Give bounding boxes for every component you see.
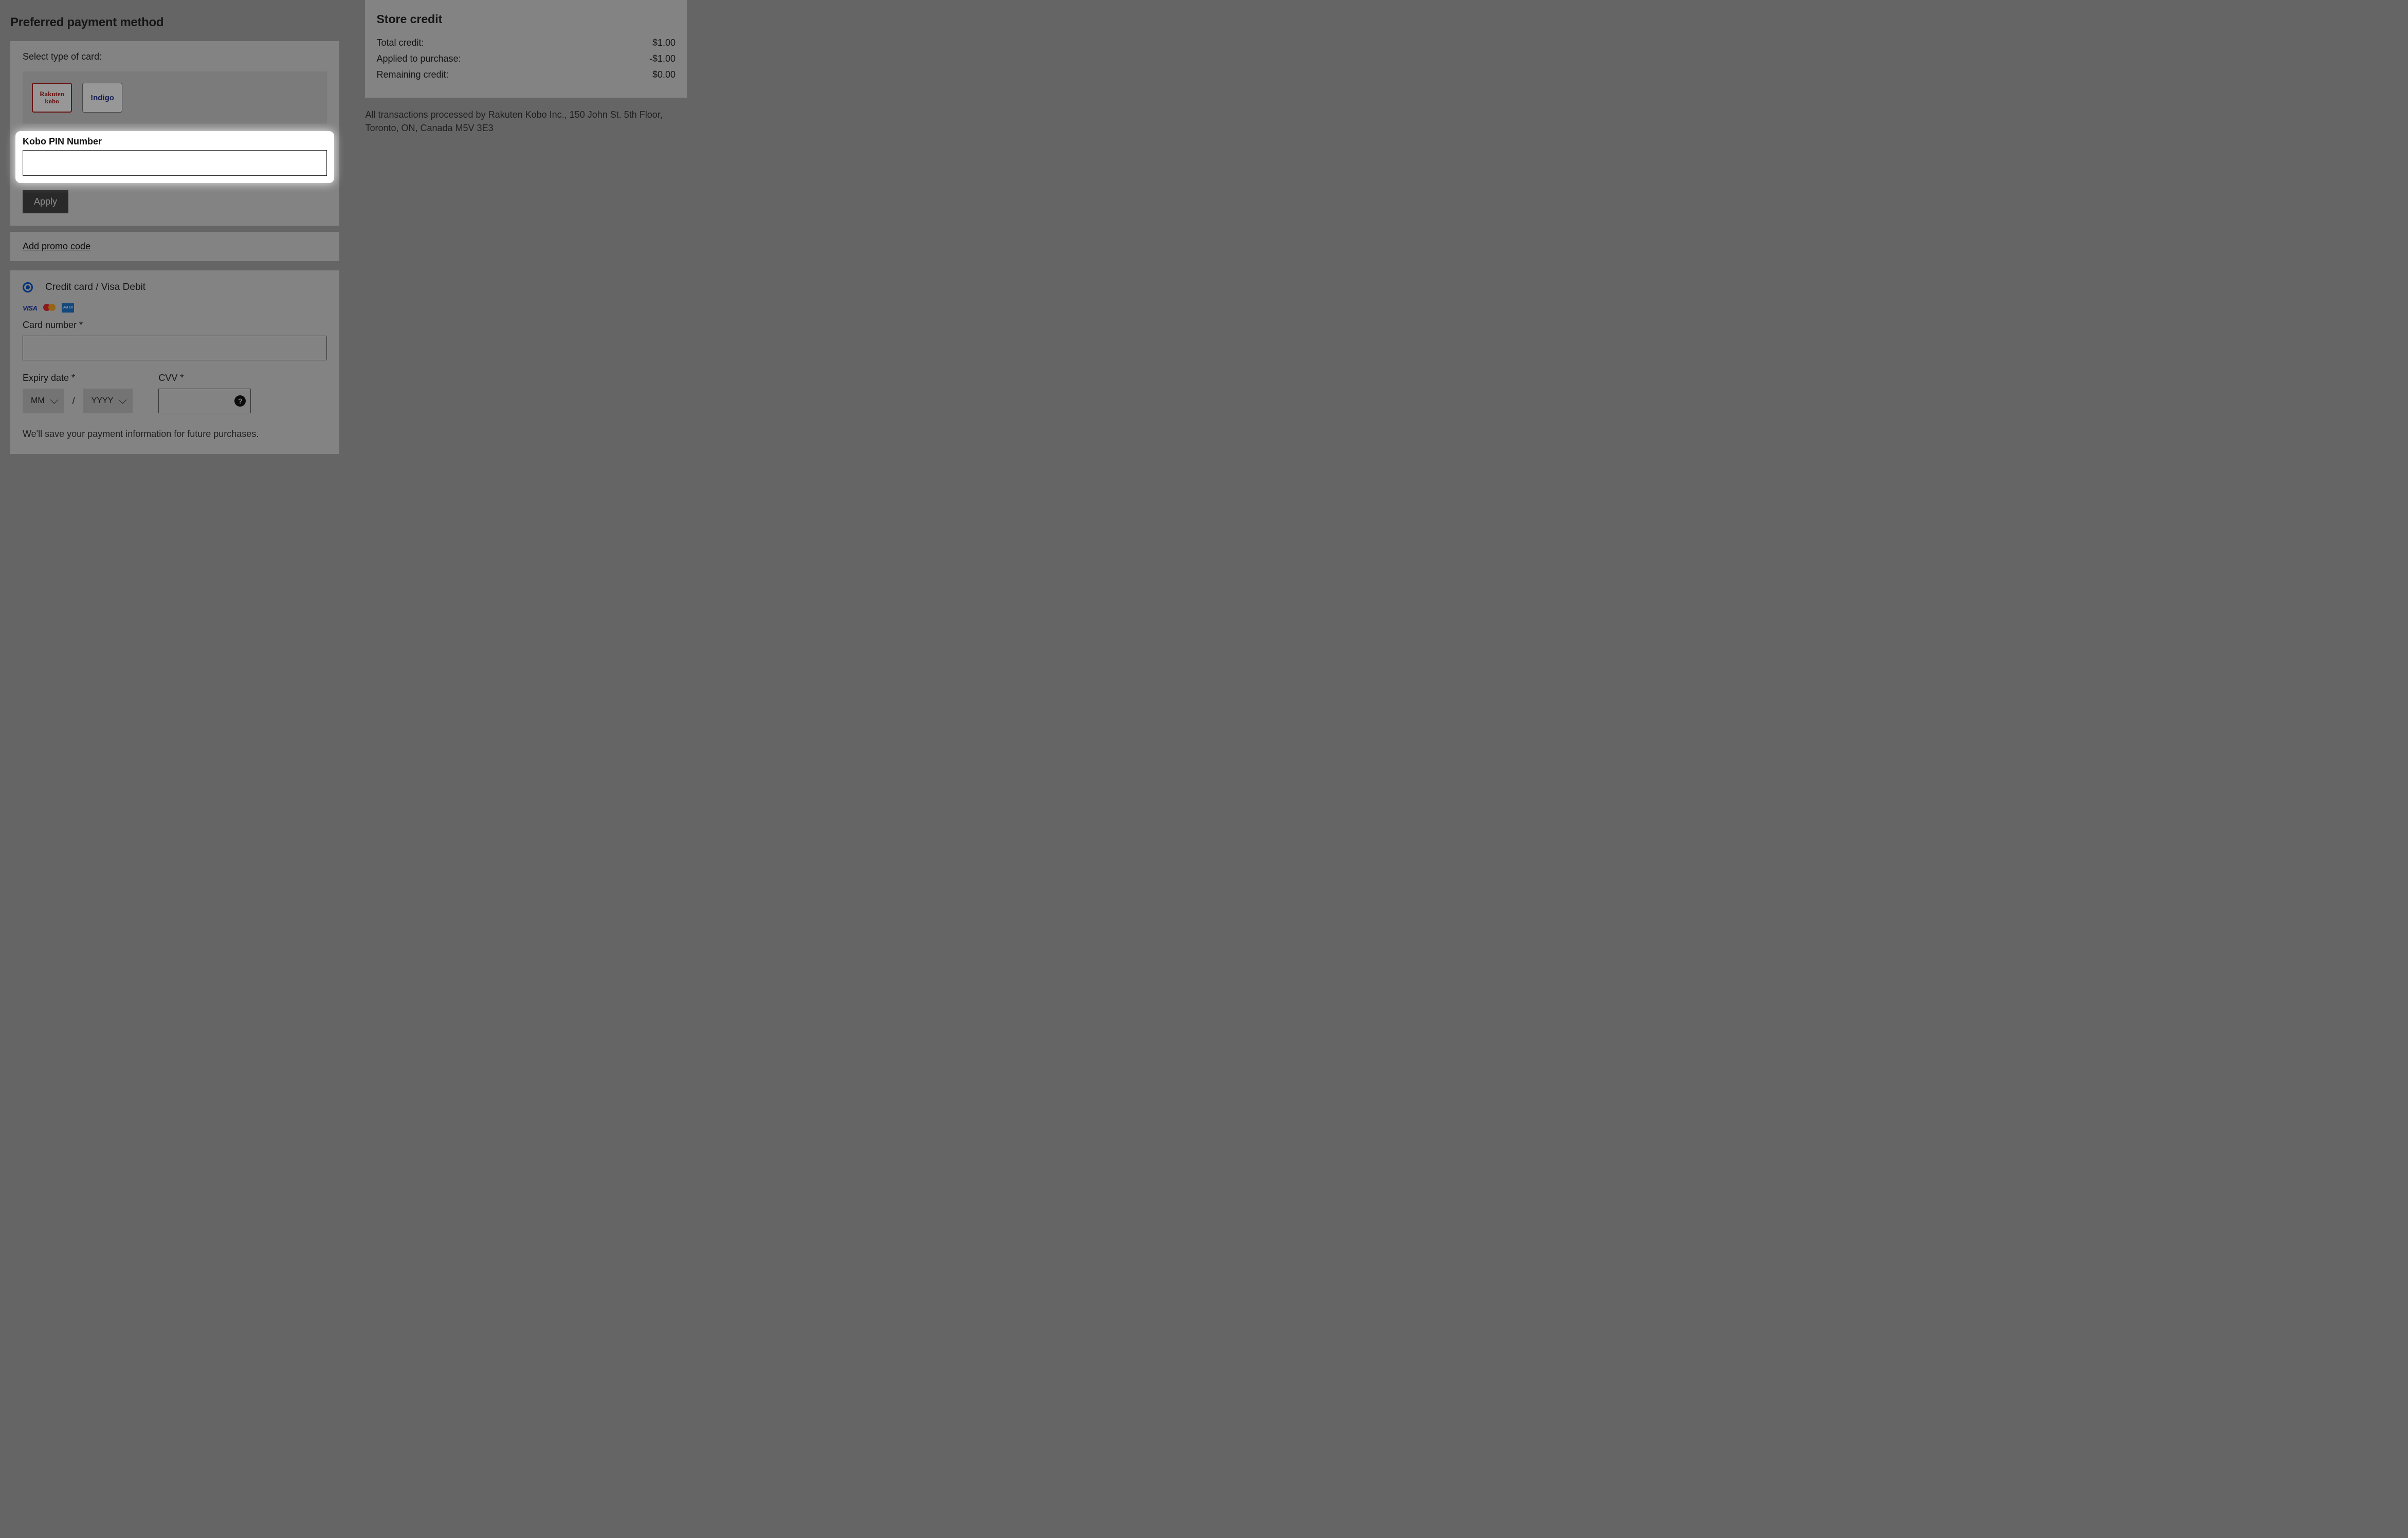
cvv-help-icon[interactable]: ? bbox=[234, 395, 246, 407]
select-card-type-label: Select type of card: bbox=[23, 51, 327, 62]
kobo-pin-input[interactable] bbox=[23, 150, 327, 176]
credit-card-radio-label: Credit card / Visa Debit bbox=[45, 282, 145, 293]
sc-remaining-label: Remaining credit: bbox=[376, 69, 448, 80]
expiry-date-label: Expiry date * bbox=[23, 373, 133, 383]
card-number-input[interactable] bbox=[23, 336, 327, 360]
indigo-logo: !ndigo bbox=[90, 94, 114, 102]
sc-applied-value: -$1.00 bbox=[649, 53, 676, 64]
radio-dot-icon bbox=[26, 285, 30, 289]
card-type-kobo[interactable]: Rakuten kobo bbox=[32, 83, 72, 113]
store-credit-row: Applied to purchase: -$1.00 bbox=[376, 53, 676, 64]
store-credit-row: Remaining credit: $0.00 bbox=[376, 69, 676, 80]
expiry-year-select[interactable]: YYYY bbox=[83, 389, 133, 413]
sc-total-label: Total credit: bbox=[376, 38, 424, 48]
mastercard-icon bbox=[43, 304, 56, 312]
credit-card-radio[interactable] bbox=[23, 282, 33, 292]
preferred-payment-heading: Preferred payment method bbox=[10, 15, 339, 30]
visa-icon: VISA bbox=[23, 304, 37, 312]
add-promo-code-link[interactable]: Add promo code bbox=[23, 241, 90, 251]
sc-total-value: $1.00 bbox=[652, 38, 676, 48]
expiry-year-placeholder: YYYY bbox=[92, 396, 114, 406]
expiry-month-select[interactable]: MM bbox=[23, 389, 64, 413]
apply-button[interactable]: Apply bbox=[23, 190, 68, 213]
expiry-separator: / bbox=[72, 396, 75, 407]
card-number-label: Card number * bbox=[23, 320, 327, 331]
transaction-disclaimer: All transactions processed by Rakuten Ko… bbox=[365, 108, 687, 135]
sc-remaining-value: $0.00 bbox=[652, 69, 676, 80]
card-type-indigo[interactable]: !ndigo bbox=[82, 83, 122, 113]
store-credit-heading: Store credit bbox=[376, 12, 676, 26]
store-credit-row: Total credit: $1.00 bbox=[376, 38, 676, 48]
save-payment-note: We'll save your payment information for … bbox=[23, 429, 327, 440]
store-credit-panel: Store credit Total credit: $1.00 Applied… bbox=[365, 0, 687, 98]
amex-icon: AM EX bbox=[62, 303, 74, 313]
card-type-row: Rakuten kobo !ndigo bbox=[23, 71, 327, 124]
promo-code-panel: Add promo code bbox=[10, 232, 339, 261]
kobo-pin-label: Kobo PIN Number bbox=[23, 136, 327, 147]
gift-card-panel: Select type of card: Rakuten kobo !ndigo… bbox=[10, 41, 339, 226]
expiry-month-placeholder: MM bbox=[31, 396, 45, 406]
credit-card-panel: Credit card / Visa Debit VISA AM EX Card… bbox=[10, 270, 339, 454]
cvv-label: CVV * bbox=[158, 373, 251, 383]
card-brand-logos: VISA AM EX bbox=[23, 303, 327, 313]
kobo-pin-highlight: Kobo PIN Number bbox=[15, 131, 334, 183]
sc-applied-label: Applied to purchase: bbox=[376, 53, 461, 64]
rakuten-kobo-logo: Rakuten kobo bbox=[40, 90, 64, 105]
